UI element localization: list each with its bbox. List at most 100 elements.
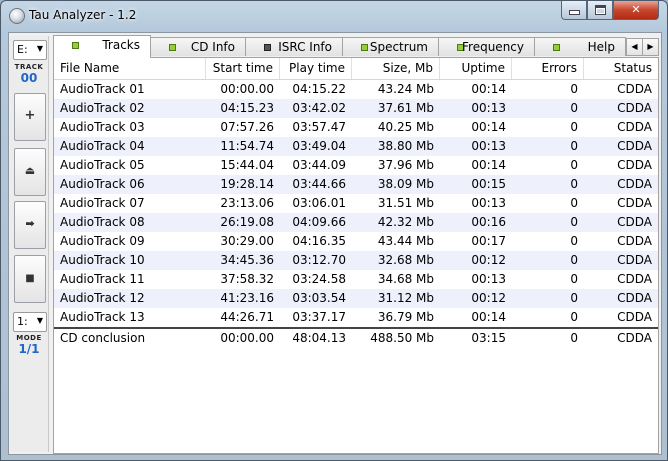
- column-header-errors[interactable]: Errors: [512, 58, 584, 79]
- stop-button[interactable]: ■: [14, 255, 46, 303]
- cell-errors: 0: [570, 177, 578, 191]
- table-row[interactable]: AudioTrack 05 15:44.04 03:44.09 37.96 Mb 00:…: [54, 156, 658, 175]
- summary-row[interactable]: CD conclusion 00:00.00 48:04.13 488.50 Mb 03…: [54, 327, 658, 348]
- left-toolbar: E: ▼ TRACK 00 + ⏏ ➡ ■ 1: ▼ MODE 1/1: [10, 36, 49, 452]
- column-header-start-time[interactable]: Start time: [206, 58, 280, 79]
- eject-button[interactable]: ⏏: [14, 148, 46, 196]
- cell-errors: 0: [570, 215, 578, 229]
- tab-frequency[interactable]: Frequency: [438, 37, 535, 56]
- table-row[interactable]: AudioTrack 13 44:26.71 03:37.17 36.79 Mb 00:…: [54, 308, 658, 327]
- column-header-uptime[interactable]: Uptime: [440, 58, 512, 79]
- track-value: 00: [20, 71, 38, 85]
- cell-play-time: 03:03.54: [292, 291, 346, 305]
- tab-isrc-info[interactable]: ISRC Info: [245, 37, 343, 56]
- cell-size: 43.24 Mb: [377, 82, 434, 96]
- mode-select[interactable]: 1: ▼: [13, 312, 47, 332]
- tab-tracks[interactable]: Tracks: [53, 35, 151, 58]
- table-row[interactable]: AudioTrack 07 23:13.06 03:06.01 31.51 Mb 00:…: [54, 194, 658, 213]
- cell-file-name: AudioTrack 06: [60, 177, 145, 191]
- table-row[interactable]: AudioTrack 06 19:28.14 03:44.66 38.09 Mb 00:…: [54, 175, 658, 194]
- cell-errors: 0: [570, 196, 578, 210]
- tab-scroll-right-button[interactable]: ▶: [642, 38, 659, 56]
- cell-file-name: AudioTrack 07: [60, 196, 145, 210]
- summary-cell-status: CDDA: [617, 331, 652, 345]
- table-row[interactable]: AudioTrack 11 37:58.32 03:24.58 34.68 Mb 00:…: [54, 270, 658, 289]
- cell-size: 38.80 Mb: [377, 139, 434, 153]
- app-disc-icon: [9, 8, 25, 24]
- table-header: File Name Start time Play time Size, Mb …: [54, 58, 658, 80]
- cell-start-time: 04:15.23: [220, 101, 274, 115]
- column-header-status[interactable]: Status: [584, 58, 658, 79]
- table-row[interactable]: AudioTrack 09 30:29.00 04:16.35 43.44 Mb 00:…: [54, 232, 658, 251]
- cell-errors: 0: [570, 82, 578, 96]
- column-header-play-time[interactable]: Play time: [280, 58, 352, 79]
- app-window: Tau Analyzer - 1.2 ✕ E: ▼ TRACK 00 + ⏏ ➡…: [0, 0, 668, 461]
- cell-start-time: 44:26.71: [220, 310, 274, 324]
- title-bar[interactable]: Tau Analyzer - 1.2 ✕: [1, 1, 667, 31]
- window-title: Tau Analyzer - 1.2: [29, 8, 137, 22]
- cell-uptime: 00:14: [471, 158, 506, 172]
- summary-cell-file-name: CD conclusion: [60, 331, 146, 345]
- table-row[interactable]: AudioTrack 03 07:57.26 03:57.47 40.25 Mb 00:…: [54, 118, 658, 137]
- cell-play-time: 04:16.35: [292, 234, 346, 248]
- cell-file-name: AudioTrack 08: [60, 215, 145, 229]
- cell-file-name: AudioTrack 12: [60, 291, 145, 305]
- cell-play-time: 03:24.58: [292, 272, 346, 286]
- tab-label: Frequency: [462, 40, 524, 54]
- cell-file-name: AudioTrack 04: [60, 139, 145, 153]
- cell-status: CDDA: [617, 139, 652, 153]
- chevron-down-icon: ▼: [36, 44, 43, 53]
- client-area: E: ▼ TRACK 00 + ⏏ ➡ ■ 1: ▼ MODE 1/1 Trac…: [8, 32, 662, 455]
- minimize-button[interactable]: [561, 1, 587, 20]
- cell-size: 37.96 Mb: [377, 158, 434, 172]
- cell-status: CDDA: [617, 177, 652, 191]
- chevron-down-icon: ▼: [36, 316, 43, 325]
- summary-cell-start-time: 00:00.00: [220, 331, 274, 345]
- cell-start-time: 11:54.74: [220, 139, 274, 153]
- cell-start-time: 00:00.00: [220, 82, 274, 96]
- cell-errors: 0: [570, 272, 578, 286]
- table-row[interactable]: AudioTrack 08 26:19.08 04:09.66 42.32 Mb 00:…: [54, 213, 658, 232]
- cell-status: CDDA: [617, 291, 652, 305]
- tab-scroll-left-button[interactable]: ◀: [626, 38, 643, 56]
- cell-uptime: 00:14: [471, 310, 506, 324]
- cell-uptime: 00:12: [471, 291, 506, 305]
- drive-select[interactable]: E: ▼: [13, 40, 47, 60]
- tab-spectrum[interactable]: Spectrum: [342, 37, 439, 56]
- cell-uptime: 00:14: [471, 82, 506, 96]
- cell-file-name: AudioTrack 10: [60, 253, 145, 267]
- cell-start-time: 30:29.00: [220, 234, 274, 248]
- tab-label: Help: [587, 40, 615, 54]
- add-button[interactable]: +: [14, 93, 46, 141]
- cell-status: CDDA: [617, 82, 652, 96]
- cell-errors: 0: [570, 234, 578, 248]
- drive-value: E:: [17, 43, 28, 56]
- table-row[interactable]: AudioTrack 01 00:00.00 04:15.22 43.24 Mb 00:…: [54, 80, 658, 99]
- close-icon: ✕: [631, 3, 641, 16]
- cell-size: 31.12 Mb: [377, 291, 434, 305]
- cell-start-time: 15:44.04: [220, 158, 274, 172]
- table-row[interactable]: AudioTrack 12 41:23.16 03:03.54 31.12 Mb 00:…: [54, 289, 658, 308]
- table-row[interactable]: AudioTrack 04 11:54.74 03:49.04 38.80 Mb 00:…: [54, 137, 658, 156]
- chevron-left-icon: ◀: [631, 42, 638, 51]
- tab-label: ISRC Info: [278, 40, 332, 54]
- cell-errors: 0: [570, 253, 578, 267]
- column-header-size[interactable]: Size, Mb: [352, 58, 440, 79]
- play-button[interactable]: ➡: [14, 201, 46, 249]
- cell-start-time: 07:57.26: [220, 120, 274, 134]
- cell-uptime: 00:12: [471, 253, 506, 267]
- summary-cell-errors: 0: [570, 331, 578, 345]
- cell-errors: 0: [570, 291, 578, 305]
- cell-status: CDDA: [617, 234, 652, 248]
- cell-file-name: AudioTrack 02: [60, 101, 145, 115]
- maximize-button[interactable]: [587, 1, 613, 20]
- eject-icon: ⏏: [24, 164, 36, 177]
- tab-help[interactable]: Help: [534, 37, 626, 56]
- tab-cd-info[interactable]: CD Info: [150, 37, 246, 56]
- close-button[interactable]: ✕: [613, 1, 659, 20]
- table-row[interactable]: AudioTrack 10 34:45.36 03:12.70 32.68 Mb 00:…: [54, 251, 658, 270]
- column-header-file-name[interactable]: File Name: [54, 58, 206, 79]
- table-row[interactable]: AudioTrack 02 04:15.23 03:42.02 37.61 Mb 00:…: [54, 99, 658, 118]
- summary-cell-uptime: 03:15: [471, 331, 506, 345]
- maximize-icon: [594, 5, 606, 15]
